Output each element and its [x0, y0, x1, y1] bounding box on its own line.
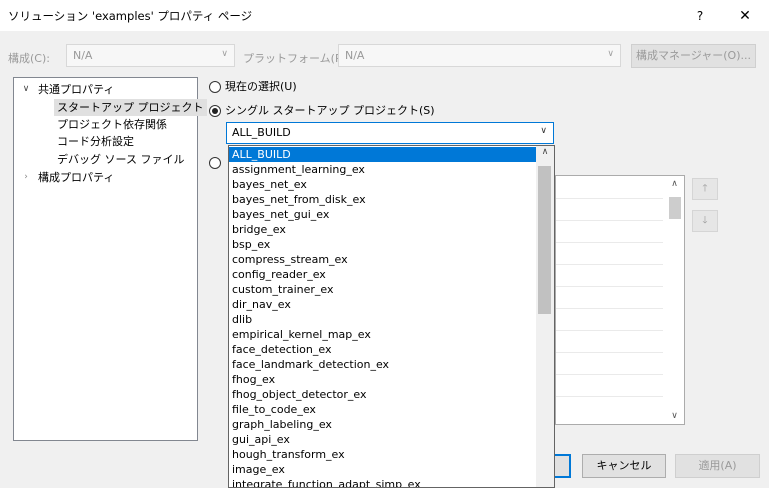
radio-button[interactable]: [209, 81, 221, 93]
dropdown-option[interactable]: hough_transform_ex: [229, 447, 537, 462]
radio-button[interactable]: [209, 157, 221, 169]
dropdown-option[interactable]: graph_labeling_ex: [229, 417, 537, 432]
list-row-divider: [556, 374, 663, 375]
dropdown-option[interactable]: config_reader_ex: [229, 267, 537, 282]
startup-project-dropdown[interactable]: ALL_BUILD assignment_learning_ex bayes_net…: [228, 145, 555, 488]
dropdown-option[interactable]: custom_trainer_ex: [229, 282, 537, 297]
dropdown-option[interactable]: bayes_net_gui_ex: [229, 207, 537, 222]
radio-label: 現在の選択(U): [225, 80, 297, 93]
help-button[interactable]: ?: [690, 6, 710, 26]
dropdown-option[interactable]: dir_nav_ex: [229, 297, 537, 312]
arrow-down-icon: 🡓: [702, 215, 708, 226]
radio-button[interactable]: [209, 105, 221, 117]
platform-label: プラットフォーム(P):: [243, 52, 350, 65]
tree-item-debug-source-files[interactable]: デバッグ ソース ファイル: [57, 151, 184, 168]
list-row-divider: [556, 220, 663, 221]
config-label: 構成(C):: [8, 52, 50, 65]
tree-item-label: デバッグ ソース ファイル: [57, 153, 185, 166]
tree-item-code-analysis[interactable]: コード分析設定: [57, 133, 134, 150]
apply-button[interactable]: 適用(A): [675, 454, 760, 478]
tree-item-label: コード分析設定: [57, 135, 134, 148]
platform-select[interactable]: N/A ∨: [338, 44, 621, 67]
dropdown-option[interactable]: assignment_learning_ex: [229, 162, 537, 177]
list-row-divider: [556, 352, 663, 353]
single-startup-radio[interactable]: シングル スタートアップ プロジェクト(S): [209, 103, 469, 119]
list-row-divider: [556, 198, 663, 199]
scroll-down-icon[interactable]: ∨: [666, 411, 683, 421]
dropdown-option[interactable]: integrate_function_adapt_simp_ex: [229, 477, 537, 487]
chevron-down-icon[interactable]: ∨: [20, 81, 32, 98]
tree-item-startup-project[interactable]: スタートアップ プロジェクト: [54, 99, 207, 116]
dropdown-option[interactable]: bridge_ex: [229, 222, 537, 237]
move-up-button[interactable]: 🡑: [692, 178, 718, 200]
list-row-divider: [556, 242, 663, 243]
arrow-up-icon: 🡑: [702, 183, 708, 194]
platform-select-value: N/A: [345, 49, 365, 62]
chevron-right-icon[interactable]: ›: [20, 169, 32, 186]
dropdown-option[interactable]: bayes_net_from_disk_ex: [229, 192, 537, 207]
list-row-divider: [556, 286, 663, 287]
cancel-button[interactable]: キャンセル: [582, 454, 666, 478]
dropdown-option[interactable]: face_detection_ex: [229, 342, 537, 357]
scroll-up-icon[interactable]: ∧: [536, 147, 554, 161]
current-selection-radio[interactable]: 現在の選択(U): [209, 79, 409, 95]
dropdown-option[interactable]: file_to_code_ex: [229, 402, 537, 417]
startup-project-select[interactable]: ALL_BUILD ∨: [226, 122, 554, 144]
multiple-startup-list[interactable]: ∧ ∨: [555, 175, 685, 425]
chevron-down-icon: ∨: [607, 49, 614, 59]
dropdown-option[interactable]: fhog_ex: [229, 372, 537, 387]
tree-item-label: 共通プロパティ: [38, 83, 115, 96]
chevron-down-icon: ∨: [540, 126, 547, 136]
dropdown-option[interactable]: gui_api_ex: [229, 432, 537, 447]
dropdown-option[interactable]: dlib: [229, 312, 537, 327]
dropdown-option[interactable]: image_ex: [229, 462, 537, 477]
list-row-divider: [556, 308, 663, 309]
dropdown-option[interactable]: empirical_kernel_map_ex: [229, 327, 537, 342]
list-row-divider: [556, 396, 663, 397]
scroll-up-icon[interactable]: ∧: [666, 179, 683, 189]
scrollbar-thumb[interactable]: [538, 166, 551, 314]
tree-item-project-dependencies[interactable]: プロジェクト依存関係: [57, 116, 167, 133]
tree-item-label: プロジェクト依存関係: [57, 118, 167, 131]
chevron-down-icon: ∨: [221, 49, 228, 59]
dropdown-option[interactable]: ALL_BUILD: [229, 147, 537, 162]
dropdown-option[interactable]: fhog_object_detector_ex: [229, 387, 537, 402]
dropdown-option[interactable]: bsp_ex: [229, 237, 537, 252]
configuration-manager-button[interactable]: 構成マネージャー(O)...: [631, 44, 756, 68]
dropdown-option[interactable]: bayes_net_ex: [229, 177, 537, 192]
tree-item-label: スタートアップ プロジェクト: [57, 101, 204, 114]
dropdown-option[interactable]: face_landmark_detection_ex: [229, 357, 537, 372]
radio-label: シングル スタートアップ プロジェクト(S): [225, 104, 435, 117]
multiple-startup-radio[interactable]: [209, 155, 225, 171]
property-tree: ∨ 共通プロパティ スタートアップ プロジェクト プロジェクト依存関係 コード分…: [13, 77, 207, 441]
config-select-value: N/A: [73, 49, 93, 62]
title-bar: ソリューション 'examples' プロパティ ページ ? ✕: [0, 0, 769, 31]
list-row-divider: [556, 264, 663, 265]
tree-item-label: 構成プロパティ: [38, 171, 115, 184]
close-button[interactable]: ✕: [733, 6, 757, 26]
list-row-divider: [556, 330, 663, 331]
startup-project-value: ALL_BUILD: [232, 126, 291, 139]
move-down-button[interactable]: 🡓: [692, 210, 718, 232]
dropdown-option[interactable]: compress_stream_ex: [229, 252, 537, 267]
window-title: ソリューション 'examples' プロパティ ページ: [8, 9, 253, 23]
config-select[interactable]: N/A ∨: [66, 44, 235, 67]
list-scrollbar[interactable]: ∧ ∨: [666, 177, 683, 423]
scrollbar-thumb[interactable]: [669, 197, 681, 219]
dropdown-scrollbar[interactable]: ∧: [536, 146, 554, 487]
